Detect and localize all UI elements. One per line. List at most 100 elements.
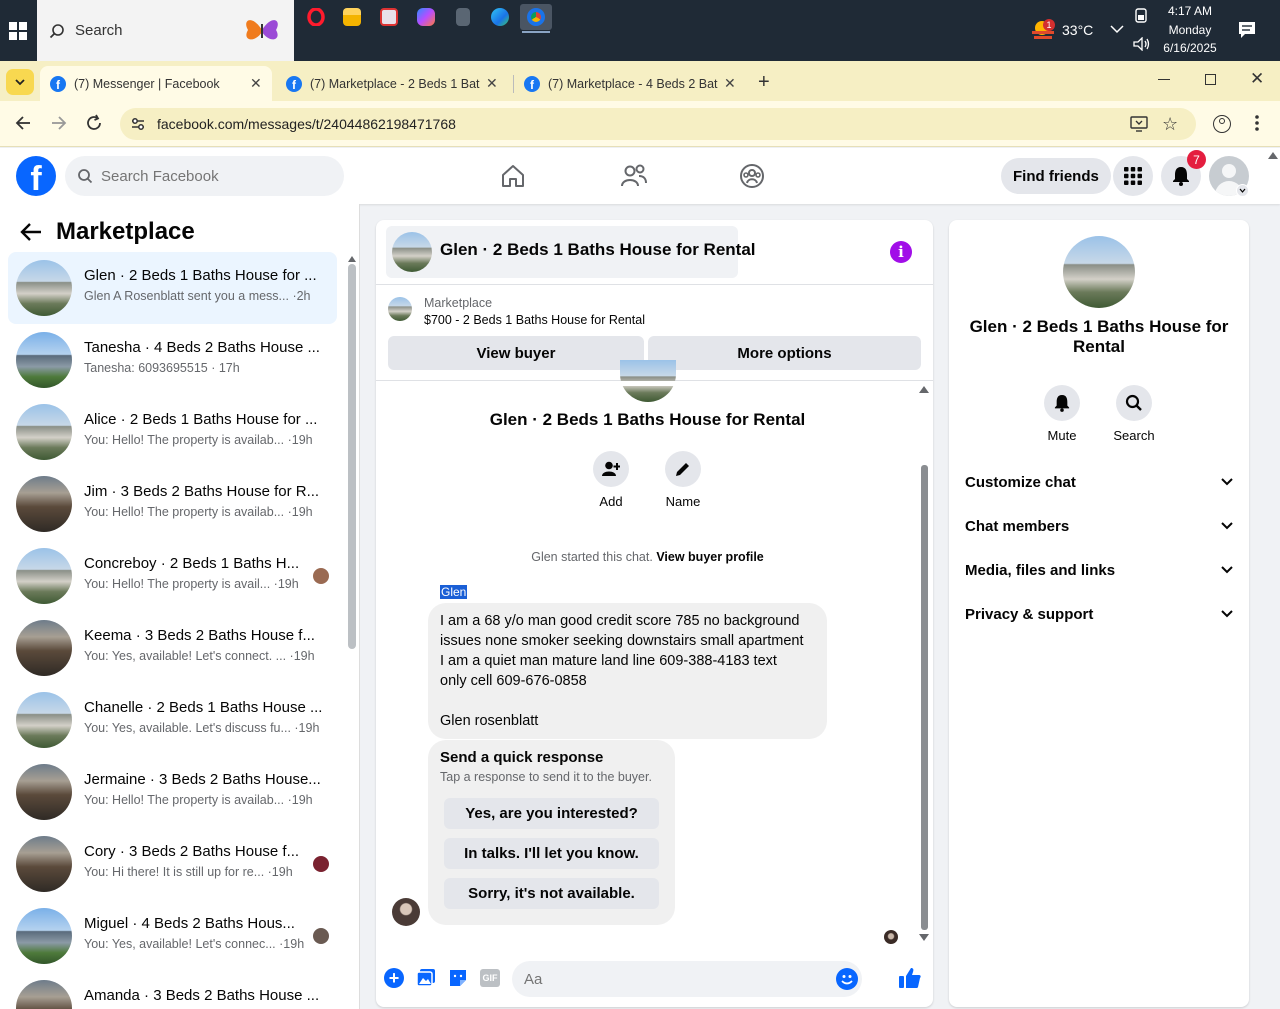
windows-start-button[interactable] xyxy=(0,0,36,61)
sticker-icon[interactable] xyxy=(448,968,468,988)
conversation-item[interactable]: Concreboy · 2 Beds 1 Baths H... You: Hel… xyxy=(8,540,337,612)
scroll-up-arrow-icon[interactable] xyxy=(348,256,356,262)
rename-action[interactable]: Name xyxy=(653,451,713,509)
conversation-info-icon[interactable]: i xyxy=(890,241,912,263)
find-friends-button[interactable]: Find friends xyxy=(1001,158,1111,194)
add-people-action[interactable]: Add xyxy=(581,451,641,509)
thumbs-up-icon[interactable] xyxy=(898,966,922,990)
message-composer[interactable] xyxy=(512,961,862,997)
search-icon xyxy=(49,23,64,38)
message-line: I am a 68 y/o man good credit score 785 … xyxy=(440,613,800,629)
view-buyer-button[interactable]: View buyer xyxy=(388,336,644,370)
notification-count-badge: 7 xyxy=(1187,150,1206,169)
search-label: Search xyxy=(1113,428,1155,443)
conversation-name: Tanesha · 4 Beds 2 Baths House ... xyxy=(84,339,320,356)
page-scroll-up-arrow-icon[interactable] xyxy=(1268,152,1278,159)
chevron-up-icon[interactable] xyxy=(1110,24,1124,34)
quick-response-button[interactable]: Yes, are you interested? xyxy=(444,798,659,829)
friends-icon[interactable] xyxy=(620,163,648,189)
conversation-item[interactable]: Cory · 3 Beds 2 Baths House f... You: Hi… xyxy=(8,828,337,900)
search-in-chat-action[interactable]: Search xyxy=(1104,385,1164,443)
facebook-search-input[interactable] xyxy=(101,167,321,185)
profile-icon[interactable] xyxy=(1213,115,1231,133)
chat-members-row[interactable]: Chat members xyxy=(965,511,1233,541)
bookmark-star-icon[interactable]: ☆ xyxy=(1162,114,1178,135)
conversation-item[interactable]: Tanesha · 4 Beds 2 Baths House ... Tanes… xyxy=(8,324,337,396)
forward-arrow-icon[interactable] xyxy=(50,114,68,132)
calculator-app-icon[interactable] xyxy=(447,4,479,30)
menu-grid-button[interactable] xyxy=(1113,156,1153,196)
groups-icon[interactable] xyxy=(739,163,765,189)
chat-listing-avatar xyxy=(392,232,432,272)
home-icon[interactable] xyxy=(500,163,526,189)
conversation-item[interactable]: Glen · 2 Beds 1 Baths House for ... Glen… xyxy=(8,252,337,324)
tab-marketplace-2beds[interactable]: f (7) Marketplace - 2 Beds 1 Baths ✕ xyxy=(276,66,512,101)
conversation-item[interactable]: Chanelle · 2 Beds 1 Baths House ... You:… xyxy=(8,684,337,756)
back-arrow-icon[interactable] xyxy=(14,114,32,132)
conversation-item[interactable]: Keema · 3 Beds 2 Baths House f... You: Y… xyxy=(8,612,337,684)
mute-action[interactable]: Mute xyxy=(1032,385,1092,443)
clock-time: 4:17 AM xyxy=(1167,4,1213,18)
new-tab-plus-icon[interactable]: + xyxy=(758,71,770,94)
url-omnibox[interactable]: facebook.com/messages/t/2404486219847176… xyxy=(120,108,1196,140)
conversation-item[interactable]: Jermaine · 3 Beds 2 Baths House... You: … xyxy=(8,756,337,828)
chrome-browser-icon[interactable] xyxy=(520,4,552,30)
conversation-item[interactable]: Amanda · 3 Beds 2 Baths House ... xyxy=(8,972,337,1009)
conversation-item[interactable]: Jim · 3 Beds 2 Baths House for R... You:… xyxy=(8,468,337,540)
facebook-search-box[interactable] xyxy=(65,156,344,196)
site-settings-icon[interactable] xyxy=(130,116,146,132)
scroll-down-arrow-icon[interactable] xyxy=(919,934,929,941)
sidebar-scrollbar-thumb[interactable] xyxy=(348,264,356,649)
customize-chat-row[interactable]: Customize chat xyxy=(965,467,1233,497)
conversation-item[interactable]: Miguel · 4 Beds 2 Baths Hous... You: Yes… xyxy=(8,900,337,972)
conversation-preview: You: Hello! The property is availab... ·… xyxy=(84,793,313,807)
conversation-item[interactable]: Alice · 2 Beds 1 Baths House for ... You… xyxy=(8,396,337,468)
browser-menu-icon[interactable] xyxy=(1255,114,1261,132)
paint-app-icon[interactable] xyxy=(373,4,405,30)
quick-response-button[interactable]: In talks. I'll let you know. xyxy=(444,838,659,869)
close-tab-icon[interactable]: ✕ xyxy=(250,75,262,92)
battery-icon[interactable] xyxy=(1135,7,1147,23)
close-tab-icon[interactable]: ✕ xyxy=(486,75,498,92)
chat-header[interactable]: Glen · 2 Beds 1 Baths House for Rental xyxy=(386,226,756,278)
message-input[interactable] xyxy=(512,961,812,997)
media-files-links-row[interactable]: Media, files and links xyxy=(965,555,1233,585)
sender-avatar[interactable] xyxy=(392,898,420,926)
gif-icon[interactable]: GIF xyxy=(480,969,500,987)
notification-center-icon[interactable] xyxy=(1238,21,1256,39)
close-window-icon[interactable]: ✕ xyxy=(1250,69,1264,89)
restore-window-icon[interactable] xyxy=(1205,74,1216,85)
reload-icon[interactable] xyxy=(85,114,103,132)
attach-media-icon[interactable] xyxy=(416,968,436,988)
conversation-name: Alice · 2 Beds 1 Baths House for ... xyxy=(84,411,318,428)
listing-thumbnail xyxy=(16,836,72,892)
emoji-icon[interactable] xyxy=(836,968,858,990)
scroll-up-arrow-icon[interactable] xyxy=(919,386,929,393)
tab-messenger[interactable]: f (7) Messenger | Facebook ✕ xyxy=(40,66,272,101)
tab-marketplace-4beds[interactable]: f (7) Marketplace - 4 Beds 2 Baths ✕ xyxy=(514,66,750,101)
install-app-icon[interactable] xyxy=(1130,116,1148,132)
more-actions-plus-icon[interactable]: + xyxy=(384,968,404,988)
close-tab-icon[interactable]: ✕ xyxy=(724,75,736,92)
copilot-app-icon[interactable] xyxy=(410,4,442,30)
incoming-message-bubble[interactable]: I am a 68 y/o man good credit score 785 … xyxy=(428,603,827,739)
message-line: Glen rosenblatt xyxy=(440,713,539,729)
account-chevron-icon[interactable] xyxy=(1236,184,1249,197)
view-buyer-profile-link[interactable]: View buyer profile xyxy=(656,550,763,564)
file-explorer-icon[interactable] xyxy=(336,4,368,30)
facebook-logo[interactable]: f xyxy=(16,156,56,196)
back-arrow-icon[interactable] xyxy=(20,222,42,242)
chat-scrollbar-thumb[interactable] xyxy=(921,465,928,930)
taskbar-search-box[interactable]: Search xyxy=(37,0,294,61)
volume-icon[interactable] xyxy=(1133,37,1151,51)
edge-browser-icon[interactable] xyxy=(484,4,516,30)
opera-app-icon[interactable] xyxy=(300,4,332,30)
tab-search-button[interactable] xyxy=(6,69,34,95)
privacy-support-row[interactable]: Privacy & support xyxy=(965,599,1233,629)
minimize-window-icon[interactable] xyxy=(1158,79,1170,80)
quick-response-button[interactable]: Sorry, it's not available. xyxy=(444,878,659,909)
listing-price-title[interactable]: $700 - 2 Beds 1 Baths House for Rental xyxy=(424,313,645,327)
details-title: Glen · 2 Beds 1 Baths House for Rental xyxy=(969,317,1229,356)
more-options-button[interactable]: More options xyxy=(648,336,921,370)
marketplace-chat-list: Marketplace Glen · 2 Beds 1 Baths House … xyxy=(0,204,360,1009)
